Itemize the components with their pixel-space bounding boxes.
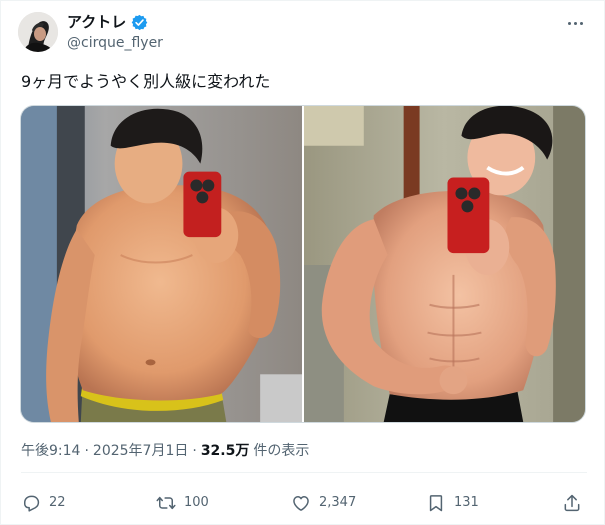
avatar[interactable] (18, 12, 58, 52)
reply-icon (24, 495, 40, 512)
bookmark-count: 131 (454, 495, 479, 510)
avatar-photo-icon (18, 12, 58, 52)
action-bar: 22 100 2,347 131 (1, 490, 605, 516)
bookmark-button[interactable]: 131 (426, 490, 479, 516)
more-options-icon[interactable] (563, 13, 587, 33)
verified-badge-icon (131, 14, 148, 31)
tweet-image-after[interactable] (304, 106, 585, 422)
tweet-date[interactable]: 2025年7月1日 (93, 442, 188, 460)
retweet-count: 100 (184, 495, 209, 510)
meta-separator: · (192, 443, 197, 459)
bookmark-icon (429, 495, 443, 512)
like-button[interactable]: 2,347 (291, 490, 356, 516)
after-photo-illustration (304, 106, 585, 422)
heart-icon (293, 496, 309, 511)
retweet-icon (156, 496, 176, 510)
media-grid (20, 105, 586, 423)
reply-button[interactable]: 22 (21, 490, 66, 516)
tweet-text: 9ヶ月でようやく別人級に変われた (21, 72, 271, 91)
before-photo-illustration (21, 106, 302, 422)
retweet-button[interactable]: 100 (156, 490, 209, 516)
tweet-image-before[interactable] (21, 106, 302, 422)
user-handle[interactable]: @cirque_flyer (67, 34, 163, 52)
tweet-meta: 午後9:14 · 2025年7月1日 · 32.5万 件の表示 (21, 442, 309, 460)
tweet-time[interactable]: 午後9:14 (21, 442, 80, 460)
like-count: 2,347 (319, 495, 357, 510)
meta-separator: · (84, 443, 89, 459)
reply-count: 22 (49, 495, 66, 510)
author-name-row[interactable]: アクトレ (67, 13, 148, 32)
share-icon (564, 494, 580, 512)
divider (21, 472, 587, 473)
share-button[interactable] (562, 490, 582, 516)
tweet-card: アクトレ @cirque_flyer 9ヶ月でようやく別人級に変われた 午後9:… (0, 0, 605, 525)
display-name[interactable]: アクトレ (67, 13, 126, 32)
views-count: 32.5万 (200, 443, 250, 459)
views-label: 件の表示 (253, 443, 310, 459)
